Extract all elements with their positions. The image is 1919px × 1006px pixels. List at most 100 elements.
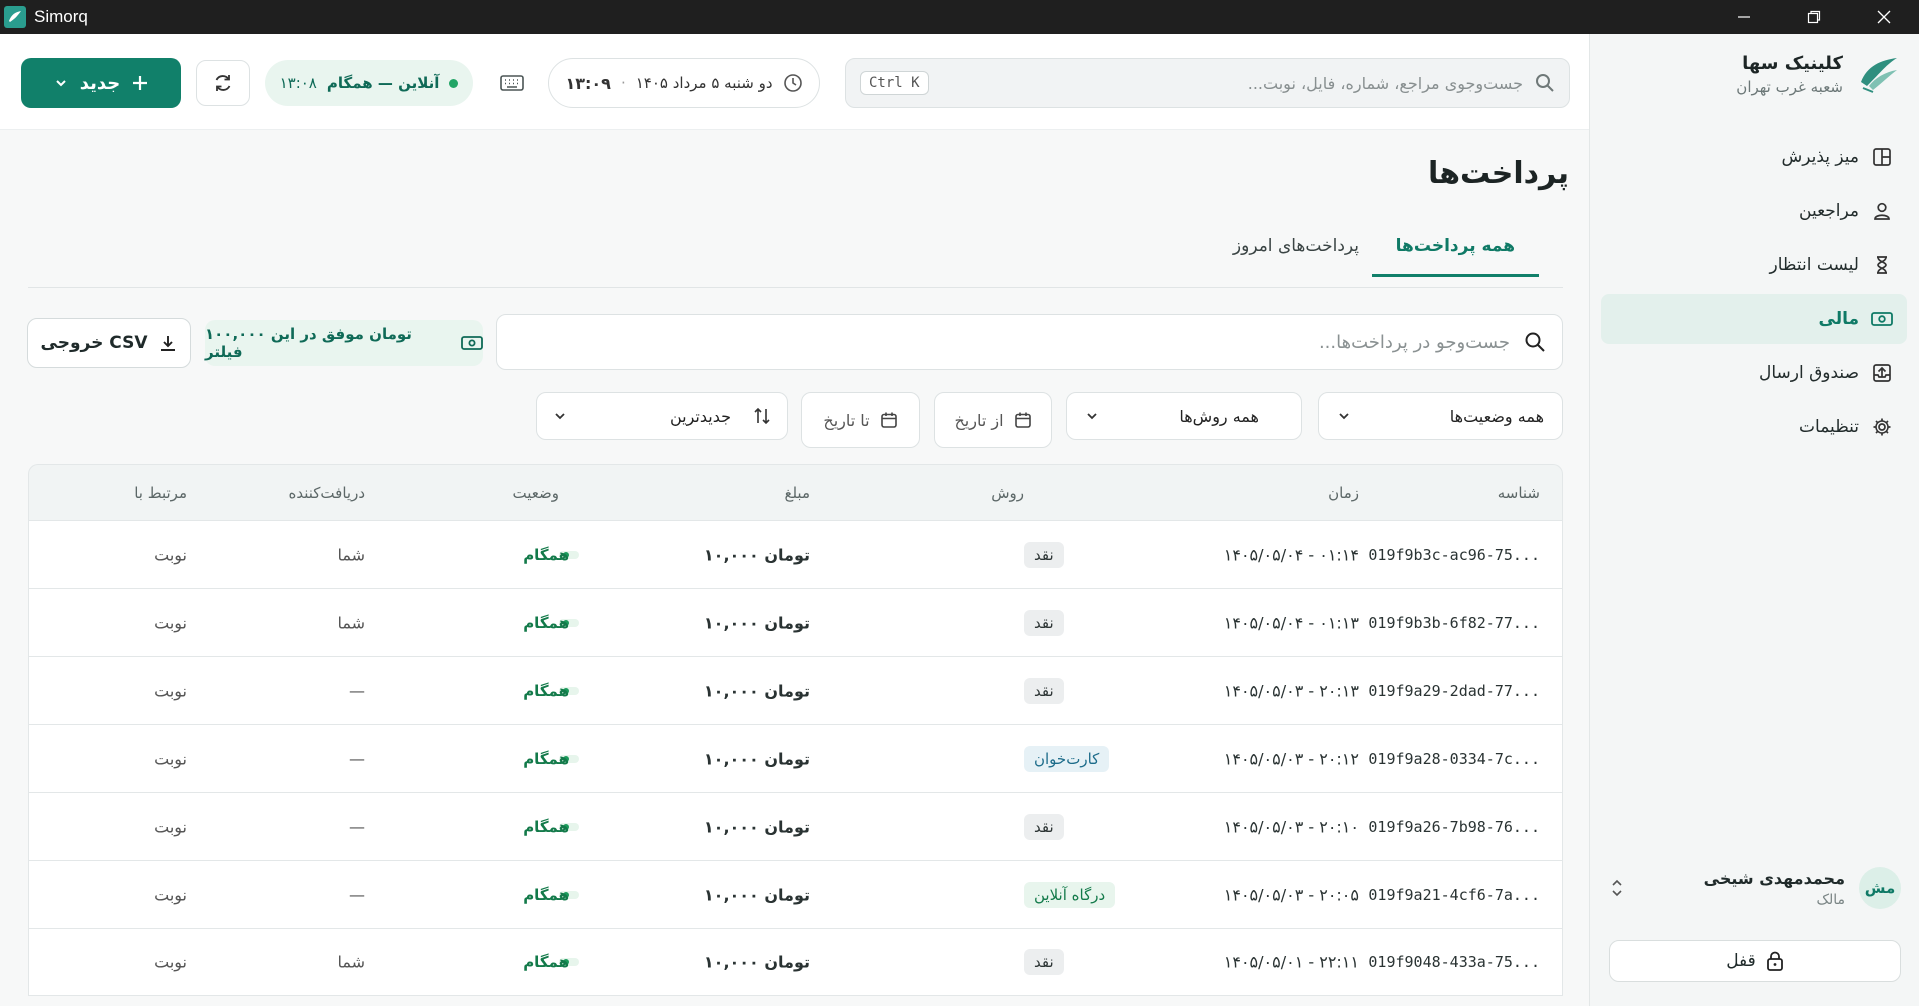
payment-related: نوبت <box>154 952 187 972</box>
payments-search-input[interactable] <box>513 331 1510 353</box>
brand-title: کلینیک سها <box>1742 52 1843 74</box>
tab-today-payments[interactable]: پرداخت‌های امروز <box>1209 236 1383 274</box>
sidebar-nav: میز پذیرش مراجعین لیست انتظار مالی صندوق… <box>1589 132 1919 456</box>
export-csv-button[interactable]: خروجی CSV <box>27 318 191 368</box>
current-date: دو شنبه ۵ مرداد ۱۴۰۵ <box>635 74 773 92</box>
from-date-button[interactable]: از تاریخ <box>934 392 1052 448</box>
global-search[interactable]: Ctrl K <box>845 58 1570 108</box>
table-row[interactable]: 019f9a29-2dad-77... ۱۴۰۵/۰۵/۰۳ - ۲۰:۱۳ نقد… <box>28 656 1563 724</box>
method-badge: کارت‌خوان <box>1024 745 1110 772</box>
user-icon <box>1871 200 1893 222</box>
payment-id: 019f9a26-7b98-76... <box>1368 817 1540 836</box>
column-header-amount[interactable]: مبلغ <box>784 484 810 502</box>
table-row[interactable]: 019f9b3b-6f82-77... ۱۴۰۵/۰۵/۰۴ - ۰۱:۱۳ نقد… <box>28 588 1563 656</box>
tab-all-payments[interactable]: همه پرداخت‌ها <box>1371 236 1539 277</box>
sidebar-item-label: مراجعین <box>1799 201 1859 221</box>
new-button[interactable]: جدید <box>21 58 181 108</box>
payment-amount: ۱۰,۰۰۰ تومان <box>703 749 810 768</box>
status-filter-select[interactable]: همه وضعیت‌ها <box>1318 392 1563 440</box>
keyboard-icon[interactable] <box>493 64 531 102</box>
status-badge: همگام <box>523 886 579 904</box>
method-filter-select[interactable]: همه روش‌ها <box>1066 392 1302 440</box>
status-label: همگام <box>523 953 569 971</box>
method-filter-value: همه روش‌ها <box>1179 406 1259 426</box>
date-time-separator: · <box>620 74 626 92</box>
refresh-button[interactable] <box>196 60 250 106</box>
sidebar-item-clients[interactable]: مراجعین <box>1601 186 1907 236</box>
table-row[interactable]: 019f9a28-0334-7c... ۱۴۰۵/۰۵/۰۳ - ۲۰:۱۲ کار… <box>28 724 1563 792</box>
window-titlebar: Simorq <box>0 0 1919 34</box>
status-badge: همگام <box>523 682 579 700</box>
method-badge: نقد <box>1024 677 1064 704</box>
payment-time: ۱۴۰۵/۰۵/۰۳ - ۲۰:۱۳ <box>1223 681 1359 700</box>
sync-status-time: ۱۳:۰۸ <box>279 74 317 92</box>
app-logo-icon <box>4 6 26 28</box>
table-row[interactable]: 019f9a21-4cf6-7a... ۱۴۰۵/۰۵/۰۳ - ۲۰:۰۵ درگ… <box>28 860 1563 928</box>
to-date-button[interactable]: تا تاریخ <box>801 392 920 448</box>
sidebar-item-reception[interactable]: میز پذیرش <box>1601 132 1907 182</box>
user-role: مالک <box>1816 891 1845 908</box>
column-header-id[interactable]: شناسه <box>1498 484 1540 502</box>
avatar: مش <box>1859 867 1901 909</box>
payment-id: 019f9a28-0334-7c... <box>1368 749 1540 768</box>
sync-status-label: آنلاین — همگام <box>326 74 440 92</box>
table-row[interactable]: 019f9b3c-ac96-75... ۱۴۰۵/۰۵/۰۴ - ۰۱:۱۴ نقد… <box>28 520 1563 588</box>
gear-icon <box>1871 416 1893 438</box>
export-csv-label: خروجی CSV <box>40 333 148 353</box>
minimize-icon[interactable] <box>1709 0 1779 34</box>
status-label: همگام <box>523 817 569 836</box>
close-icon[interactable] <box>1849 0 1919 34</box>
payment-amount: ۱۰,۰۰۰ تومان <box>703 545 810 564</box>
status-label: همگام <box>523 749 569 768</box>
status-badge: همگام <box>523 546 579 564</box>
payment-amount: ۱۰,۰۰۰ تومان <box>703 952 810 972</box>
table-header: شناسه زمان روش مبلغ وضعیت دریافت‌کننده م… <box>28 464 1563 520</box>
sort-value: جدیدترین <box>669 406 731 426</box>
payments-tabs: همه پرداخت‌ها پرداخت‌های امروز <box>28 222 1563 288</box>
status-badge: همگام <box>523 953 579 971</box>
payment-receiver: شما <box>337 613 365 632</box>
sort-select[interactable]: جدیدترین <box>536 392 788 440</box>
payment-amount: ۱۰,۰۰۰ تومان <box>703 681 810 700</box>
chevron-down-icon <box>1337 409 1351 423</box>
clock-icon <box>783 73 803 93</box>
column-header-related[interactable]: مرتبط با <box>134 484 187 502</box>
current-time: ۱۳:۰۹ <box>565 73 611 93</box>
cash-icon <box>461 335 483 351</box>
sidebar-item-label: میز پذیرش <box>1781 147 1859 167</box>
global-search-input[interactable] <box>940 73 1523 93</box>
column-header-status[interactable]: وضعیت <box>513 484 559 502</box>
sidebar-item-outbox[interactable]: صندوق ارسال <box>1601 348 1907 398</box>
restore-icon[interactable] <box>1779 0 1849 34</box>
filter-total-badge: ۱۰۰,۰۰۰ تومان موفق در این فیلتر <box>205 320 483 366</box>
column-header-method[interactable]: روش <box>991 484 1024 502</box>
column-header-time[interactable]: زمان <box>1328 484 1359 502</box>
table-row[interactable]: 019f9048-433a-75... ۱۴۰۵/۰۵/۰۱ - ۲۲:۱۱ نقد… <box>28 928 1563 996</box>
sidebar-item-label: لیست انتظار <box>1769 255 1860 275</box>
chevron-down-icon <box>54 76 68 90</box>
sync-status-badge: آنلاین — همگام ۱۳:۰۸ <box>265 60 473 106</box>
status-badge: همگام <box>523 818 579 836</box>
status-label: همگام <box>523 885 569 904</box>
sidebar-item-settings[interactable]: تنظیمات <box>1601 402 1907 452</box>
sidebar-item-waitlist[interactable]: لیست انتظار <box>1601 240 1907 290</box>
user-menu[interactable]: مش محمدمهدی شیخی مالک <box>1601 860 1901 916</box>
payment-id: 019f9a29-2dad-77... <box>1368 681 1540 700</box>
chevron-up-down-icon[interactable] <box>1607 876 1627 900</box>
page-title: پرداخت‌ها <box>1427 156 1569 191</box>
method-badge: نقد <box>1024 609 1064 636</box>
column-header-receiver[interactable]: دریافت‌کننده <box>289 484 366 502</box>
payment-time: ۱۴۰۵/۰۵/۰۱ - ۲۲:۱۱ <box>1223 952 1359 972</box>
payment-receiver: — <box>349 817 365 836</box>
status-label: همگام <box>523 681 569 700</box>
payment-receiver: شما <box>337 545 365 564</box>
sidebar-item-finance[interactable]: مالی <box>1601 294 1907 344</box>
lock-button[interactable]: قفل <box>1609 940 1901 982</box>
payment-receiver: — <box>349 885 365 904</box>
payment-id: 019f9b3b-6f82-77... <box>1368 613 1540 632</box>
chevron-down-icon <box>553 409 567 423</box>
payments-search[interactable] <box>496 314 1563 370</box>
table-row[interactable]: 019f9a26-7b98-76... ۱۴۰۵/۰۵/۰۳ - ۲۰:۱۰ نقد… <box>28 792 1563 860</box>
to-date-label: تا تاریخ <box>823 410 870 430</box>
window-controls <box>1709 0 1919 34</box>
